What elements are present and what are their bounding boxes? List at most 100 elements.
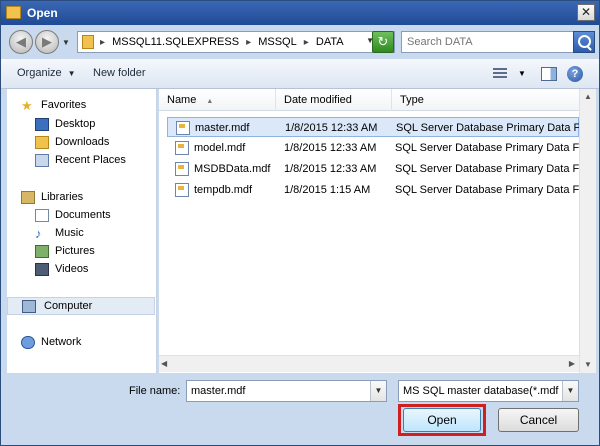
breadcrumb-item-mssql11[interactable]: MSSQL11.SQLEXPRESS [112, 36, 239, 48]
file-date: 1/8/2015 1:15 AM [284, 184, 371, 196]
sidebar-item-computer[interactable]: Computer [7, 297, 155, 315]
sidebar-item-label: Favorites [41, 99, 87, 111]
sidebar-item-label: Network [41, 336, 82, 348]
column-header-date[interactable]: Date modified [276, 89, 392, 111]
file-type: SQL Server Database Primary Data File [395, 142, 579, 154]
address-row: ◀ ▶ ▼ ▸ MSSQL11.SQLEXPRESS ▸ MSSQL ▸ DAT… [1, 25, 599, 57]
database-file-icon [175, 141, 189, 155]
file-type: SQL Server Database Primary Data File [396, 122, 579, 134]
chevron-down-icon: ▼ [67, 69, 76, 78]
search-box [401, 31, 595, 53]
sidebar-item-recent-places[interactable]: Recent Places [33, 152, 151, 170]
file-date: 1/8/2015 12:33 AM [285, 122, 378, 134]
sidebar-item-documents[interactable]: Documents [33, 207, 151, 225]
sidebar-item-label: Videos [55, 263, 89, 275]
views-icon[interactable] [493, 68, 507, 80]
file-type: SQL Server Database Primary Data File [395, 163, 579, 175]
breadcrumb-item-data[interactable]: DATA [316, 36, 344, 48]
file-date: 1/8/2015 12:33 AM [284, 142, 377, 154]
computer-icon [22, 300, 36, 313]
scroll-left-icon[interactable]: ◀ [161, 359, 167, 368]
organize-button[interactable]: Organize ▼ [17, 67, 76, 79]
sort-ascending-icon: ▲ [206, 98, 214, 105]
chevron-down-icon[interactable]: ▼ [562, 381, 578, 401]
file-name-input[interactable] [187, 381, 367, 401]
help-icon[interactable]: ? [567, 66, 583, 82]
open-button[interactable]: Open [403, 408, 481, 432]
chevron-down-icon[interactable]: ▼ [370, 381, 386, 401]
organize-label: Organize [17, 67, 62, 79]
forward-button[interactable]: ▶ [35, 30, 59, 54]
sidebar-item-favorites[interactable]: ★ Favorites [19, 97, 149, 115]
refresh-button[interactable]: ↻ [372, 31, 394, 53]
breadcrumb-item-mssql[interactable]: MSSQL [258, 36, 297, 48]
breadcrumb: ▸ MSSQL11.SQLEXPRESS ▸ MSSQL ▸ DATA [100, 36, 348, 48]
database-file-icon [176, 121, 190, 135]
videos-icon [35, 263, 49, 276]
file-name: MSDBData.mdf [194, 163, 271, 175]
file-list: Name ▲ Date modified Type master.mdf 1/8/… [159, 89, 579, 373]
sidebar-item-label: Libraries [41, 191, 84, 203]
breadcrumb-separator-icon[interactable]: ▸ [246, 37, 251, 48]
breadcrumb-separator-icon[interactable]: ▸ [100, 37, 105, 48]
sidebar-item-label: Pictures [55, 245, 95, 257]
star-icon: ★ [21, 98, 33, 113]
folder-icon [6, 6, 21, 19]
file-row[interactable]: model.mdf 1/8/2015 12:33 AM SQL Server D… [167, 138, 579, 158]
new-folder-button[interactable]: New folder [93, 67, 146, 79]
network-icon [21, 336, 35, 349]
column-header-name[interactable]: Name ▲ [159, 89, 276, 111]
scroll-right-icon[interactable]: ▶ [569, 359, 575, 368]
sidebar-item-libraries[interactable]: Libraries [19, 189, 149, 207]
file-row[interactable]: MSDBData.mdf 1/8/2015 12:33 AM SQL Serve… [167, 159, 579, 179]
chevron-down-icon[interactable]: ▼ [518, 69, 526, 78]
recent-locations-dropdown-icon[interactable]: ▼ [62, 38, 70, 47]
breadcrumb-separator-icon[interactable]: ▸ [304, 37, 309, 48]
sidebar-item-desktop[interactable]: Desktop [33, 116, 151, 134]
file-row[interactable]: tempdb.mdf 1/8/2015 1:15 AM SQL Server D… [167, 180, 579, 200]
file-name: model.mdf [194, 142, 246, 154]
horizontal-scrollbar[interactable]: ◀ ▶ [159, 355, 579, 372]
file-type: SQL Server Database Primary Data File [395, 184, 579, 196]
address-bar[interactable]: ▸ MSSQL11.SQLEXPRESS ▸ MSSQL ▸ DATA ▼ ↻ [77, 31, 395, 53]
sidebar-item-network[interactable]: Network [19, 334, 149, 352]
column-header-type[interactable]: Type [392, 89, 579, 111]
column-header: Name ▲ Date modified Type [159, 89, 579, 111]
cancel-button[interactable]: Cancel [498, 408, 579, 432]
search-input[interactable] [402, 32, 572, 52]
close-button[interactable]: ✕ [577, 4, 595, 21]
sidebar-item-label: Recent Places [55, 154, 126, 166]
sidebar-item-label: Computer [44, 300, 93, 312]
file-row[interactable]: master.mdf 1/8/2015 12:33 AM SQL Server … [167, 117, 579, 137]
sidebar-item-label: Documents [55, 209, 111, 221]
file-type-filter[interactable]: MS SQL master database(*.mdf ▼ [398, 380, 579, 402]
back-button[interactable]: ◀ [9, 30, 33, 54]
sidebar-item-label: Music [55, 227, 84, 239]
sidebar-item-pictures[interactable]: Pictures [33, 243, 151, 261]
recent-places-icon [35, 154, 49, 167]
sidebar-item-videos[interactable]: Videos [33, 261, 151, 279]
file-type-filter-value: MS SQL master database(*.mdf [403, 385, 559, 397]
preview-pane-icon[interactable] [541, 67, 557, 81]
scroll-up-icon[interactable]: ▲ [580, 89, 596, 105]
file-date: 1/8/2015 12:33 AM [284, 163, 377, 175]
downloads-icon [35, 136, 49, 149]
libraries-icon [21, 191, 35, 204]
search-icon[interactable] [573, 31, 595, 53]
command-toolbar: Organize ▼ New folder ▼ ? [1, 59, 599, 89]
file-name-label: File name: [129, 385, 181, 397]
vertical-scrollbar[interactable]: ▲ ▼ [579, 89, 596, 373]
sidebar-item-music[interactable]: ♪ Music [33, 225, 151, 243]
database-file-icon [175, 162, 189, 176]
desktop-icon [35, 118, 49, 131]
sidebar-item-downloads[interactable]: Downloads [33, 134, 151, 152]
scroll-down-icon[interactable]: ▼ [580, 357, 596, 373]
column-name-label: Name [167, 94, 197, 106]
folder-icon [82, 35, 94, 49]
file-name: master.mdf [195, 122, 250, 134]
open-dialog: Open ✕ ◀ ▶ ▼ ▸ MSSQL11.SQLEXPRESS ▸ MSSQ… [0, 0, 600, 446]
file-name-combobox: ▼ [186, 380, 387, 402]
navigation-pane: ★ Favorites Desktop Downloads Recent Pla… [7, 89, 157, 373]
window-title: Open [27, 6, 58, 20]
title-bar: Open ✕ [1, 1, 599, 25]
